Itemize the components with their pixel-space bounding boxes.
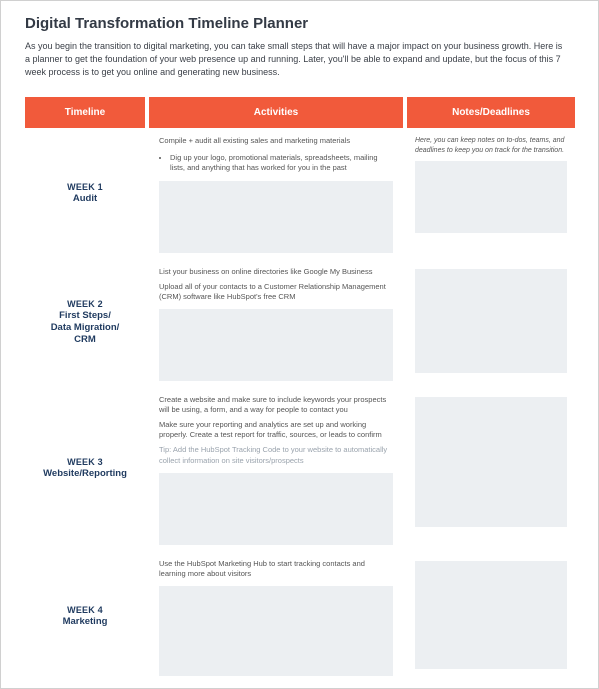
week3-name: Website/Reporting [43, 468, 127, 480]
week1-bullet: Dig up your logo, promotional materials,… [170, 153, 393, 173]
week2-notes-box[interactable] [415, 269, 567, 373]
page-title: Digital Transformation Timeline Planner [25, 15, 574, 32]
week1-activity-box[interactable] [159, 181, 393, 253]
notes-hint: Here, you can keep notes on to-dos, team… [415, 136, 567, 155]
week1-timeline: WEEK 1 Audit [25, 128, 145, 258]
week4-notes-box[interactable] [415, 561, 567, 669]
week1-number: WEEK 1 [67, 182, 103, 192]
header-timeline: Timeline [25, 97, 145, 128]
week1-activities: Compile + audit all existing sales and m… [149, 128, 403, 258]
header-notes: Notes/Deadlines [407, 97, 575, 128]
week3-notes [407, 387, 575, 551]
week3-act1: Create a website and make sure to includ… [159, 395, 393, 415]
week4-notes [407, 551, 575, 682]
week3-number: WEEK 3 [67, 457, 103, 467]
week2-number: WEEK 2 [67, 299, 103, 309]
week1-name: Audit [73, 193, 97, 205]
week1-notes-box[interactable] [415, 161, 567, 233]
week4-number: WEEK 4 [67, 605, 103, 615]
week2-timeline: WEEK 2 First Steps/ Data Migration/ CRM [25, 259, 145, 387]
week3-tip: Tip: Add the HubSpot Tracking Code to yo… [159, 445, 393, 465]
week3-timeline: WEEK 3 Website/Reporting [25, 387, 145, 551]
week4-name: Marketing [63, 616, 108, 628]
week2-act2: Upload all of your contacts to a Custome… [159, 282, 393, 302]
week2-name: First Steps/ Data Migration/ CRM [51, 310, 120, 346]
planner-table: Timeline Activities Notes/Deadlines WEEK… [25, 97, 571, 682]
week1-act-lead: Compile + audit all existing sales and m… [159, 136, 393, 146]
week2-notes [407, 259, 575, 387]
week4-activities: Use the HubSpot Marketing Hub to start t… [149, 551, 403, 682]
week2-activity-box[interactable] [159, 309, 393, 381]
week3-activities: Create a website and make sure to includ… [149, 387, 403, 551]
week2-act1: List your business on online directories… [159, 267, 393, 277]
week4-activity-box[interactable] [159, 586, 393, 676]
week1-notes: Here, you can keep notes on to-dos, team… [407, 128, 575, 258]
week3-activity-box[interactable] [159, 473, 393, 545]
week4-act1: Use the HubSpot Marketing Hub to start t… [159, 559, 393, 579]
header-activities: Activities [149, 97, 403, 128]
week3-notes-box[interactable] [415, 397, 567, 527]
week3-act2: Make sure your reporting and analytics a… [159, 420, 393, 440]
week4-timeline: WEEK 4 Marketing [25, 551, 145, 682]
week2-activities: List your business on online directories… [149, 259, 403, 387]
intro-paragraph: As you begin the transition to digital m… [25, 40, 565, 79]
